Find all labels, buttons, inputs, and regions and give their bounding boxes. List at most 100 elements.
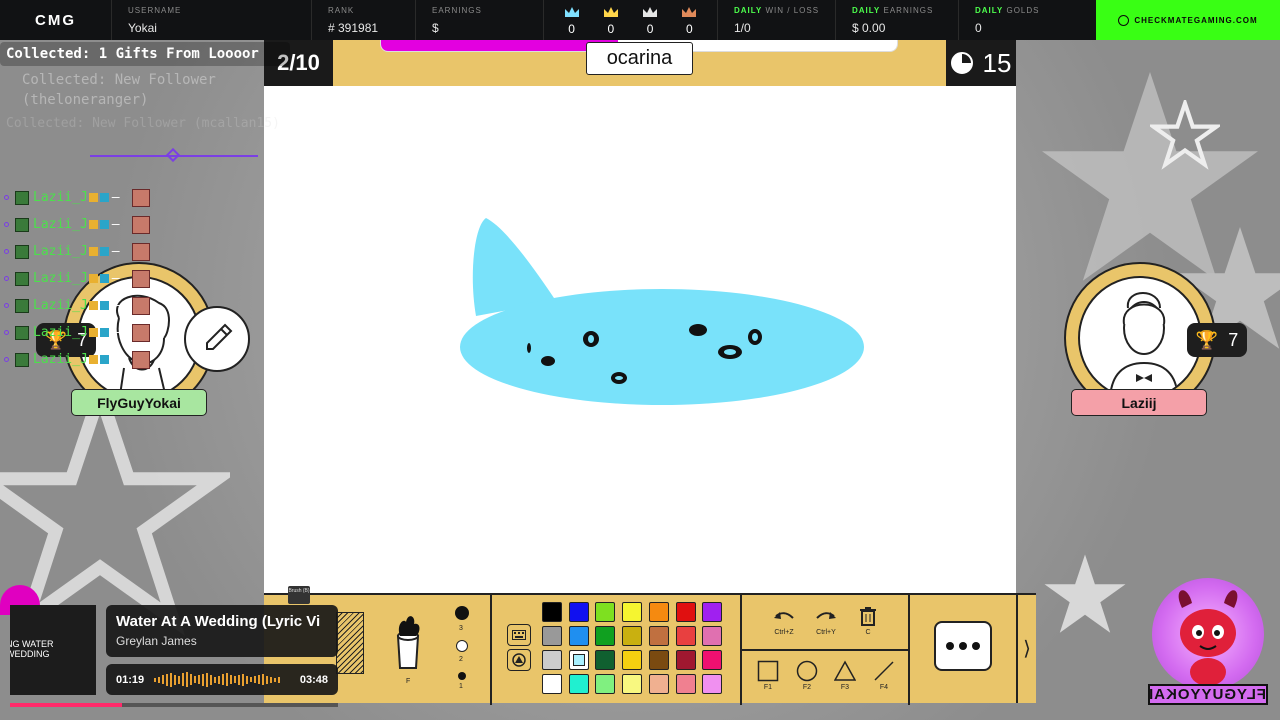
color-swatch[interactable] xyxy=(622,626,643,646)
alert-follower: Collected: New Follower (theloneranger) xyxy=(22,72,216,108)
waveform-bar xyxy=(246,675,249,684)
waveform-bar xyxy=(254,676,257,683)
user-badge-icon xyxy=(15,271,29,286)
emote-image-icon xyxy=(131,242,150,261)
circle-tool[interactable] xyxy=(795,659,819,683)
color-swatch[interactable] xyxy=(702,674,723,694)
daily-winloss-cell: DAILY WIN / LOSS 1/0 xyxy=(718,0,836,40)
color-swatch[interactable] xyxy=(648,674,669,694)
trophy-icon: 🏆 xyxy=(1195,329,1219,350)
color-swatch[interactable] xyxy=(675,674,696,694)
crown-icon xyxy=(643,7,658,17)
chat-username: Lazii_J xyxy=(33,271,88,286)
daily-golds-value: 0 xyxy=(975,21,982,35)
waveform-bar xyxy=(218,675,221,684)
color-swatch[interactable] xyxy=(648,650,669,670)
chat-username: Lazii_J xyxy=(33,352,88,367)
daily-winloss-label: DAILY WIN / LOSS xyxy=(734,6,820,15)
color-swatch[interactable] xyxy=(542,674,562,694)
color-swatch[interactable] xyxy=(675,602,696,622)
waveform-bar xyxy=(270,676,273,683)
chat-message: Lazii_J – xyxy=(4,238,204,265)
rank-cell: RANK # 391981 xyxy=(312,0,416,40)
redo-button[interactable] xyxy=(814,604,838,628)
earnings-cell: EARNINGS $ xyxy=(416,0,544,40)
keyboard-icon xyxy=(512,630,526,640)
player-right-avatar xyxy=(1078,276,1202,400)
chat-button[interactable] xyxy=(934,621,992,671)
triangle-tool[interactable] xyxy=(833,659,857,683)
color-swatch[interactable] xyxy=(542,626,562,646)
stream-chat: Lazii_J – Lazii_J – Lazii_J – Lazii_J – Lazii_J –… xyxy=(4,184,204,373)
color-swatch[interactable] xyxy=(568,602,589,622)
emote-icon xyxy=(99,193,109,202)
color-swatch[interactable] xyxy=(675,650,696,670)
clear-button[interactable] xyxy=(857,604,879,628)
waveform-bar xyxy=(262,674,265,685)
site-link-text: CHECKMATEGAMING.COM xyxy=(1134,15,1258,25)
color-swatch[interactable] xyxy=(702,602,723,622)
color-swatch[interactable] xyxy=(648,602,669,622)
drawing-dot xyxy=(588,335,594,343)
waveform-bar xyxy=(170,672,173,687)
brush-tool-tag: Brush (B) xyxy=(288,586,310,604)
player-avatar-drawing xyxy=(1109,292,1179,398)
site-link[interactable]: CHECKMATEGAMING.COM xyxy=(1096,0,1280,40)
emote-icon xyxy=(99,301,109,310)
color-swatch[interactable] xyxy=(595,602,616,622)
stats-bar: CMG USERNAME Yokai RANK # 391981 EARNING… xyxy=(0,0,1280,40)
chat-username: Lazii_J xyxy=(33,298,88,313)
rectangle-tool[interactable] xyxy=(756,659,780,683)
size-label: 1 xyxy=(459,683,463,690)
daily-golds-label: DAILY GOLDS xyxy=(975,6,1040,15)
color-swatch[interactable] xyxy=(568,626,589,646)
brush-preview[interactable] xyxy=(336,612,364,674)
color-swatch[interactable] xyxy=(595,650,616,670)
palette-grid-button[interactable] xyxy=(507,624,531,646)
waveform-bar xyxy=(202,673,205,686)
pencil-icon xyxy=(206,323,233,350)
rectangle-shortcut: F1 xyxy=(763,684,773,691)
line-tool[interactable] xyxy=(872,659,896,683)
bullet-icon xyxy=(4,222,9,227)
waveform-bar xyxy=(186,672,189,687)
color-swatch[interactable] xyxy=(622,650,643,670)
line-shortcut: F4 xyxy=(879,684,889,691)
chat-expand-button[interactable]: ⟩ xyxy=(1016,593,1036,703)
size-small[interactable] xyxy=(458,672,466,680)
color-swatch[interactable] xyxy=(622,674,643,694)
color-swatch[interactable] xyxy=(675,626,696,646)
dash-icon: – xyxy=(111,298,120,313)
color-swatch[interactable] xyxy=(648,626,669,646)
palette-shapes-button[interactable] xyxy=(507,649,531,671)
drawing-dot xyxy=(689,324,707,336)
undo-button[interactable] xyxy=(772,604,796,628)
color-swatch[interactable] xyxy=(702,650,723,670)
line-icon xyxy=(874,661,894,681)
color-swatch[interactable] xyxy=(702,626,723,646)
drawing-canvas[interactable] xyxy=(264,86,1016,593)
emote-icon xyxy=(88,328,98,337)
color-swatch[interactable] xyxy=(568,674,589,694)
size-medium[interactable] xyxy=(456,640,468,652)
color-swatch[interactable] xyxy=(595,626,616,646)
word-progress-fill xyxy=(381,40,619,51)
color-swatch[interactable] xyxy=(542,602,562,622)
elapsed-time: 01:19 xyxy=(116,673,145,686)
color-swatch[interactable] xyxy=(542,650,562,670)
waveform-bar xyxy=(198,675,201,684)
dash-icon: – xyxy=(111,325,120,340)
size-large[interactable] xyxy=(455,606,469,620)
emote-icon xyxy=(99,247,109,256)
color-swatch[interactable] xyxy=(568,650,589,670)
waveform-bar xyxy=(266,675,269,684)
crown-icon xyxy=(603,7,618,17)
color-swatch[interactable] xyxy=(622,602,643,622)
emote-image-icon xyxy=(131,269,150,288)
waveform-bar xyxy=(234,676,237,683)
user-badge-icon xyxy=(15,325,29,340)
emote-icon xyxy=(88,193,98,202)
color-swatch[interactable] xyxy=(595,674,616,694)
triangle-icon xyxy=(834,660,856,681)
fill-bucket-button[interactable] xyxy=(388,608,428,676)
